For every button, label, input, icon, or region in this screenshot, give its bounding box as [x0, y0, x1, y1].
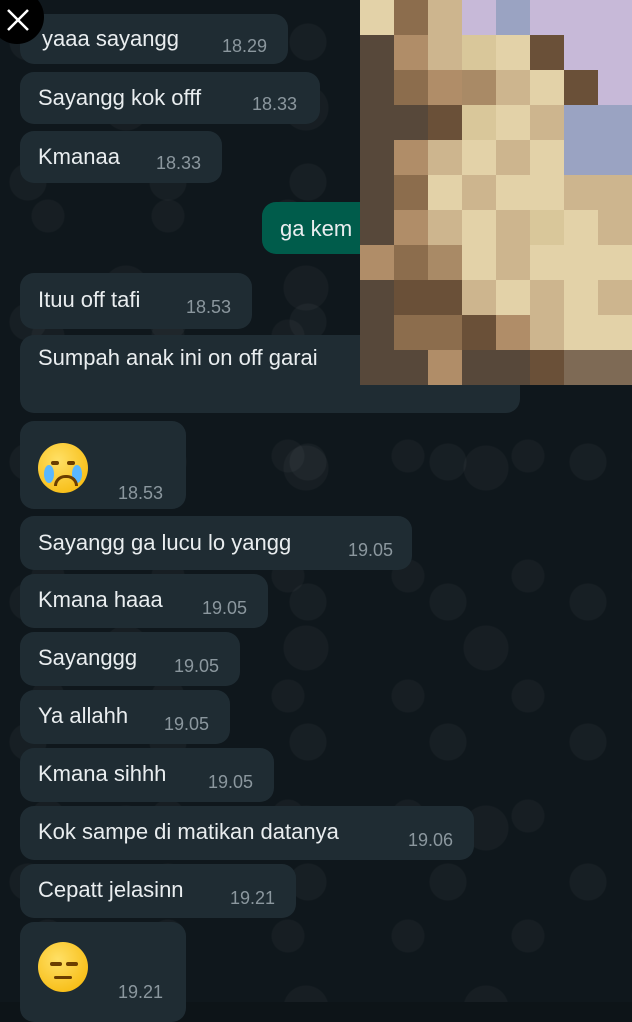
- message-bubble[interactable]: Kok sampe di matikan datanya 19.06: [20, 806, 474, 860]
- message-text: Sayanggg: [38, 645, 138, 670]
- message-bubble[interactable]: Kmanaa 18.33: [20, 131, 222, 183]
- close-icon: [7, 9, 29, 31]
- message-text: Kok sampe di matikan datanya: [38, 819, 339, 844]
- message-text: Cepatt jelasinn: [38, 877, 184, 902]
- message-time: 19.05: [348, 540, 394, 560]
- message-time: 18.53: [186, 297, 232, 317]
- message-time: 19.06: [408, 830, 454, 850]
- message-text: Kmanaa: [38, 144, 120, 169]
- message-bubble-emoji[interactable]: 18.53: [20, 421, 186, 509]
- message-text: Kmana haaa: [38, 587, 163, 612]
- message-bubble[interactable]: Sayangg kok offf 18.33: [20, 72, 320, 124]
- message-text: Kmana sihhh: [38, 761, 167, 786]
- message-time: 19.05: [202, 598, 248, 618]
- message-time: 18.33: [156, 153, 202, 173]
- message-time: 18.33: [252, 94, 298, 114]
- message-bubble[interactable]: Sayangg ga lucu lo yangg 19.05: [20, 516, 412, 570]
- message-bubble[interactable]: Kmana haaa 19.05: [20, 574, 268, 628]
- message-time: 19.05: [164, 714, 210, 734]
- message-time: 19.05: [174, 656, 220, 676]
- message-bubble[interactable]: Ituu off tafi 18.53: [20, 273, 252, 329]
- message-time: 19.05: [208, 772, 254, 792]
- message-bubble[interactable]: Ya allahh 19.05: [20, 690, 230, 744]
- message-bubble[interactable]: Kmana sihhh 19.05: [20, 748, 274, 802]
- message-bubble[interactable]: yaaa sayangg 18.29: [20, 14, 288, 64]
- message-bubble-emoji[interactable]: 19.21: [20, 922, 186, 1022]
- crying-face-icon: [38, 443, 88, 493]
- message-text: ga kem: [280, 216, 353, 241]
- message-text: Sayangg ga lucu lo yangg: [38, 530, 292, 555]
- message-bubble[interactable]: Cepatt jelasinn 19.21: [20, 864, 296, 918]
- message-time: 18.53: [118, 483, 164, 503]
- message-time: 18.29: [222, 36, 268, 56]
- message-bubble[interactable]: Sayanggg 19.05: [20, 632, 240, 686]
- pixelated-photo: [360, 0, 632, 385]
- message-text: Ituu off tafi: [38, 287, 141, 312]
- message-time: 19.21: [230, 888, 276, 908]
- message-text: Sayangg kok offf: [38, 85, 202, 110]
- message-text: Sumpah anak ini on off garai: [38, 345, 318, 370]
- unamused-face-icon: [38, 942, 88, 992]
- message-time: 19.21: [118, 982, 164, 1002]
- message-text: yaaa sayangg: [42, 26, 179, 51]
- message-text: Ya allahh: [38, 703, 129, 728]
